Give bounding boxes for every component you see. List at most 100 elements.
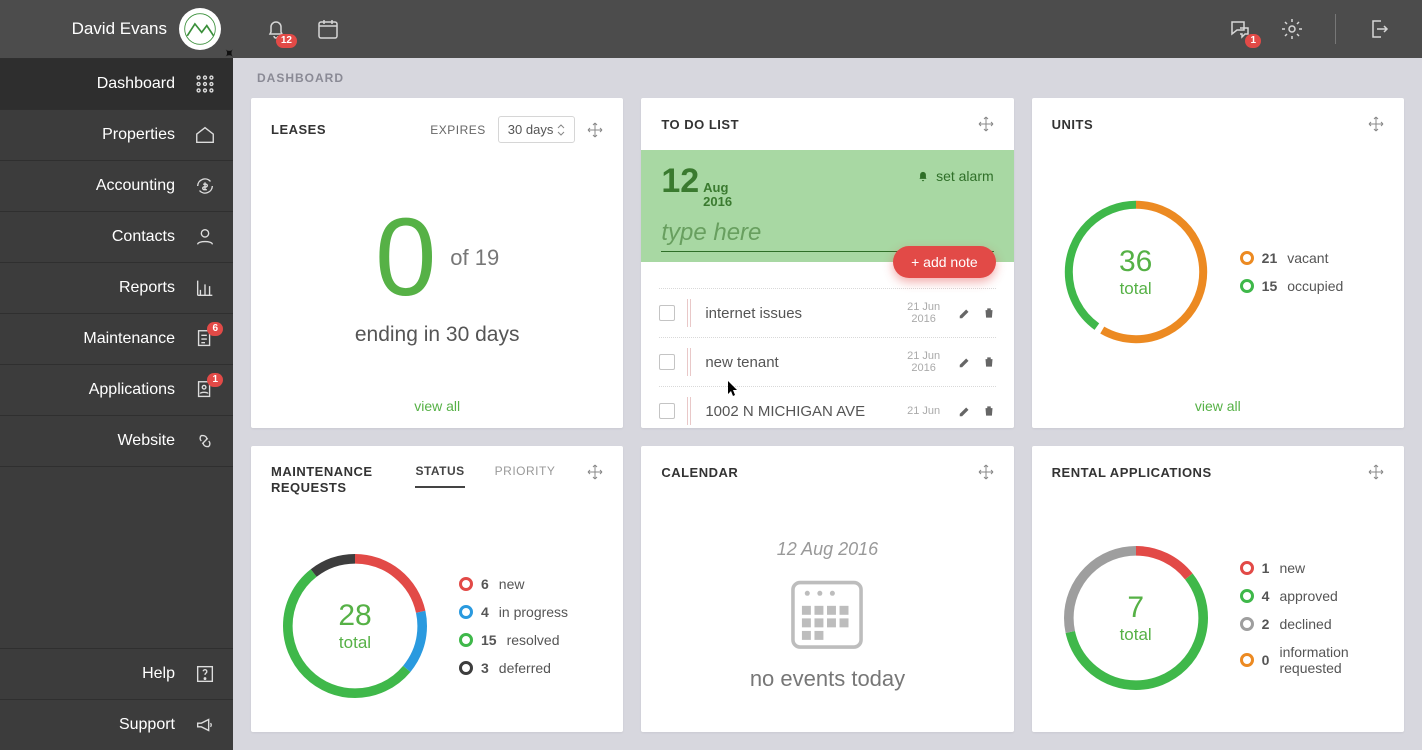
gear-icon[interactable] <box>1279 16 1305 42</box>
sidebar: David Evans ✦ Dashboard Properties Accou… <box>0 0 233 750</box>
edit-icon[interactable] <box>958 306 972 320</box>
todo-item[interactable]: internet issues 21 Jun2016 <box>659 288 995 338</box>
profile-block[interactable]: David Evans ✦ <box>0 0 233 58</box>
link-icon <box>193 429 217 453</box>
notif-badge: 12 <box>276 34 297 48</box>
card-title: RENTAL APPLICATIONS <box>1052 465 1212 480</box>
legend-item: 2declined <box>1240 616 1370 632</box>
refresh-dollar-icon <box>193 174 217 198</box>
move-handle-icon[interactable] <box>1368 464 1384 480</box>
trash-icon[interactable] <box>982 355 996 369</box>
sidebar-item-maintenance[interactable]: Maintenance 6 <box>0 313 233 364</box>
maint-total: 28 <box>338 599 371 633</box>
divider <box>1335 14 1336 44</box>
legend-item: 3deferred <box>459 660 568 676</box>
calendar-body: 12 Aug 2016 no events today <box>641 498 1013 732</box>
set-alarm-button[interactable]: set alarm <box>916 168 994 184</box>
calendar-empty: no events today <box>750 666 905 692</box>
logo-icon <box>183 12 217 46</box>
units-legend: 21vacant 15occupied <box>1240 250 1344 294</box>
sidebar-item-applications[interactable]: Applications 1 <box>0 364 233 415</box>
set-alarm-label: set alarm <box>936 168 994 184</box>
tab-status[interactable]: STATUS <box>415 464 464 488</box>
chat-badge: 1 <box>1245 34 1261 48</box>
edit-icon[interactable] <box>958 404 972 418</box>
legend-item: 1new <box>1240 560 1370 576</box>
card-head: MAINTENANCE REQUESTS STATUS PRIORITY <box>251 446 623 514</box>
checkbox[interactable] <box>659 305 675 321</box>
legend-item: 4in progress <box>459 604 568 620</box>
chat-icon[interactable]: 1 <box>1227 16 1253 42</box>
main: 12 1 DASHBOARD LEASES EXPIRES 30 days <box>233 0 1422 750</box>
sidebar-item-dashboard[interactable]: Dashboard <box>0 58 233 109</box>
todo-add-area: 12 Aug2016 set alarm + add note <box>641 150 1013 262</box>
legend-item: 4approved <box>1240 588 1370 604</box>
apps-donut: 7total <box>1056 538 1216 698</box>
lease-ending: ending in 30 days <box>355 323 520 347</box>
expires-label: EXPIRES <box>430 123 486 137</box>
sidebar-item-support[interactable]: Support <box>0 699 233 750</box>
topbar: 12 1 <box>233 0 1422 58</box>
legend-item: 0information requested <box>1240 644 1370 676</box>
edit-icon[interactable] <box>958 355 972 369</box>
bell-icon[interactable]: 12 <box>263 16 289 42</box>
todo-year: 2016 <box>703 194 732 209</box>
maint-total-label: total <box>339 633 371 653</box>
grid-icon <box>193 72 217 96</box>
card-head: TO DO LIST <box>641 98 1013 150</box>
move-handle-icon[interactable] <box>1368 116 1384 132</box>
tab-priority[interactable]: PRIORITY <box>495 464 556 488</box>
calendar-large-icon <box>784 570 870 656</box>
sidebar-item-properties[interactable]: Properties <box>0 109 233 160</box>
sidebar-item-help[interactable]: Help <box>0 648 233 699</box>
sidebar-badge: 1 <box>207 373 223 387</box>
add-note-button[interactable]: + add note <box>893 246 996 278</box>
todo-item[interactable]: 1002 N MICHIGAN AVE 21 Jun <box>659 387 995 428</box>
avatar[interactable] <box>179 8 221 50</box>
trash-icon[interactable] <box>982 306 996 320</box>
sidebar-item-contacts[interactable]: Contacts <box>0 211 233 262</box>
todo-item-text: 1002 N MICHIGAN AVE <box>705 403 889 420</box>
checkbox[interactable] <box>659 354 675 370</box>
card-leases: LEASES EXPIRES 30 days 0 of 19 ending in… <box>251 98 623 428</box>
card-title: UNITS <box>1052 117 1094 132</box>
sidebar-item-reports[interactable]: Reports <box>0 262 233 313</box>
trash-icon[interactable] <box>982 404 996 418</box>
todo-item[interactable]: new tenant 21 Jun2016 <box>659 338 995 387</box>
card-calendar: CALENDAR 12 Aug 2016 no events today <box>641 446 1013 732</box>
card-head: UNITS <box>1032 98 1404 150</box>
units-donut: 36total <box>1056 192 1216 352</box>
todo-date[interactable]: 12 Aug2016 <box>661 162 732 209</box>
logout-icon[interactable] <box>1366 16 1392 42</box>
move-handle-icon[interactable] <box>978 464 994 480</box>
sidebar-item-label: Contacts <box>112 228 175 246</box>
move-handle-icon[interactable] <box>978 116 994 132</box>
sidebar-item-website[interactable]: Website <box>0 415 233 466</box>
move-handle-icon[interactable] <box>587 464 603 480</box>
sidebar-item-accounting[interactable]: Accounting <box>0 160 233 211</box>
content-grid: LEASES EXPIRES 30 days 0 of 19 ending in… <box>233 98 1422 750</box>
checkbox[interactable] <box>659 403 675 419</box>
calendar-icon[interactable] <box>315 16 341 42</box>
view-all-link[interactable]: view all <box>251 388 623 428</box>
lease-of: of 19 <box>450 245 499 271</box>
tabs: STATUS PRIORITY <box>415 464 555 488</box>
card-applications: RENTAL APPLICATIONS 7total 1new 4approve… <box>1032 446 1404 732</box>
chart-bar-icon <box>193 276 217 300</box>
sidebar-item-label: Maintenance <box>83 330 175 348</box>
view-all-link[interactable]: view all <box>1032 388 1404 428</box>
maint-legend: 6new 4in progress 15resolved 3deferred <box>459 576 568 676</box>
bell-small-icon <box>916 169 930 183</box>
expires-select[interactable]: 30 days <box>498 116 576 143</box>
maint-chart-area: 28total 6new 4in progress 15resolved 3de… <box>251 514 623 732</box>
move-handle-icon[interactable] <box>587 122 603 138</box>
todo-list: internet issues 21 Jun2016 new tenant 21… <box>641 262 1013 428</box>
card-maintenance: MAINTENANCE REQUESTS STATUS PRIORITY 28t… <box>251 446 623 732</box>
help-icon <box>193 662 217 686</box>
legend-item: 21vacant <box>1240 250 1344 266</box>
lease-count-row: 0 of 19 <box>375 203 499 313</box>
sidebar-item-label: Support <box>119 716 175 734</box>
todo-item-text: new tenant <box>705 354 889 371</box>
sidebar-item-label: Dashboard <box>97 75 175 93</box>
legend-item: 15occupied <box>1240 278 1344 294</box>
